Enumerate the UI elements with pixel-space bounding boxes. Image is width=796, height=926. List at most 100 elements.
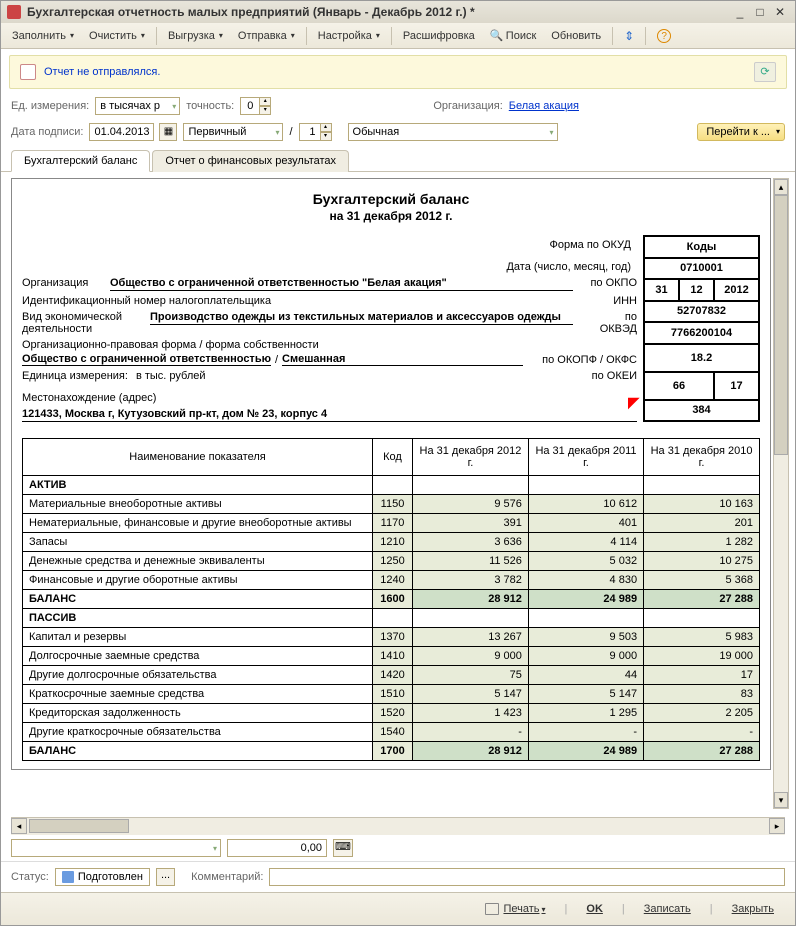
status-more-button[interactable]: ... (156, 868, 175, 886)
row-value[interactable]: 9 576 (413, 495, 529, 514)
row-value[interactable]: 19 000 (644, 647, 760, 666)
clear-button[interactable]: Очистить (82, 27, 152, 45)
scroll-thumb-h[interactable] (29, 819, 129, 833)
fill-button[interactable]: Заполнить (5, 27, 81, 45)
row-value[interactable]: 44 (528, 666, 643, 685)
row-value[interactable]: 24 989 (528, 742, 643, 761)
row-value[interactable]: 13 267 (413, 628, 529, 647)
scroll-right[interactable]: ▸ (769, 818, 785, 834)
close-footer-button[interactable]: Закрыть (721, 899, 785, 919)
tab-balance[interactable]: Бухгалтерский баланс (11, 150, 150, 172)
row-code[interactable]: 1240 (373, 571, 413, 590)
row-value[interactable]: 2 205 (644, 704, 760, 723)
search-button[interactable]: 🔍Поиск (483, 26, 543, 46)
row-value[interactable]: 401 (528, 514, 643, 533)
row-code[interactable]: 1510 (373, 685, 413, 704)
print-button[interactable]: Печать (474, 899, 556, 919)
decode-button[interactable]: Расшифровка (396, 27, 482, 45)
send-button[interactable]: Отправка (231, 27, 302, 45)
settings-button[interactable]: Настройка (311, 27, 387, 45)
row-value[interactable]: 9 000 (528, 647, 643, 666)
row-code[interactable]: 1370 (373, 628, 413, 647)
close-button[interactable]: ✕ (771, 4, 789, 20)
row-value[interactable]: - (413, 723, 529, 742)
row-value[interactable]: 201 (644, 514, 760, 533)
row-value[interactable]: 1 282 (644, 533, 760, 552)
row-value[interactable]: 9 503 (528, 628, 643, 647)
row-code[interactable]: 1410 (373, 647, 413, 666)
horizontal-scrollbar[interactable]: ◂ ▸ (11, 817, 785, 835)
row-value[interactable]: 24 989 (528, 590, 643, 609)
bottom-value[interactable]: 0,00 (227, 839, 327, 857)
row-value[interactable]: 4 830 (528, 571, 643, 590)
row-value[interactable]: 1 423 (413, 704, 529, 723)
row-value[interactable]: 83 (644, 685, 760, 704)
row-value[interactable]: 10 275 (644, 552, 760, 571)
scroll-left[interactable]: ◂ (11, 818, 27, 834)
scroll-thumb-v[interactable] (774, 195, 788, 455)
scroll-up[interactable]: ▴ (774, 179, 788, 195)
row-value[interactable]: 5 368 (644, 571, 760, 590)
precision-up[interactable]: ▴ (259, 97, 271, 106)
row-value[interactable]: 10 612 (528, 495, 643, 514)
unit-combo[interactable]: в тысячах р (95, 97, 180, 115)
row-value[interactable]: - (644, 723, 760, 742)
corr-up[interactable]: ▴ (320, 123, 332, 132)
row-value[interactable]: 9 000 (413, 647, 529, 666)
row-code[interactable]: 1250 (373, 552, 413, 571)
row-value[interactable]: 28 912 (413, 590, 529, 609)
refresh-button[interactable]: Обновить (544, 27, 608, 45)
row-value[interactable]: 17 (644, 666, 760, 685)
vertical-scrollbar[interactable]: ▴ ▾ (773, 178, 789, 809)
row-value[interactable]: 5 147 (528, 685, 643, 704)
row-code[interactable]: 1540 (373, 723, 413, 742)
tab-results[interactable]: Отчет о финансовых результатах (152, 150, 349, 172)
export-button[interactable]: Выгрузка (161, 27, 230, 45)
row-code[interactable]: 1700 (373, 742, 413, 761)
row-code[interactable]: 1520 (373, 704, 413, 723)
ordinary-combo[interactable]: Обычная (348, 123, 558, 141)
precision-down[interactable]: ▾ (259, 106, 271, 115)
minimize-button[interactable]: _ (731, 4, 749, 20)
goto-button[interactable]: Перейти к ... (697, 123, 785, 141)
corr-down[interactable]: ▾ (320, 132, 332, 141)
row-value[interactable]: - (528, 723, 643, 742)
correction-input[interactable]: 1 (299, 123, 321, 141)
row-value[interactable]: 4 114 (528, 533, 643, 552)
primary-combo[interactable]: Первичный (183, 123, 283, 141)
row-value[interactable]: 5 032 (528, 552, 643, 571)
maximize-button[interactable]: □ (751, 4, 769, 20)
row-value[interactable]: 5 983 (644, 628, 760, 647)
row-value[interactable]: 27 288 (644, 590, 760, 609)
bottom-combo[interactable] (11, 839, 221, 857)
precision-input[interactable]: 0 (240, 97, 260, 115)
org-link[interactable]: Белая акация (509, 100, 579, 112)
row-value[interactable]: 3 636 (413, 533, 529, 552)
row-code[interactable]: 1420 (373, 666, 413, 685)
row-code[interactable]: 1600 (373, 590, 413, 609)
row-code[interactable]: 1210 (373, 533, 413, 552)
row-value[interactable]: 391 (413, 514, 529, 533)
row-code[interactable]: 1170 (373, 514, 413, 533)
expand-button[interactable]: ⇕ (617, 26, 641, 46)
calendar-button[interactable]: ▦ (159, 123, 177, 141)
status-box[interactable]: Подготовлен (55, 868, 150, 886)
calculator-button[interactable]: ⌨ (333, 839, 353, 857)
help-button[interactable]: ? (650, 26, 678, 46)
comment-input[interactable] (269, 868, 785, 886)
row-value[interactable]: 10 163 (644, 495, 760, 514)
row-value[interactable]: 1 295 (528, 704, 643, 723)
row-value[interactable]: 3 782 (413, 571, 529, 590)
row-value[interactable]: 11 526 (413, 552, 529, 571)
scroll-down[interactable]: ▾ (774, 792, 788, 808)
row-value[interactable]: 5 147 (413, 685, 529, 704)
sign-date-input[interactable]: 01.04.2013 (89, 123, 154, 141)
save-button[interactable]: Записать (633, 899, 702, 919)
notice-refresh-button[interactable]: ⟳ (754, 62, 776, 82)
row-value[interactable]: 27 288 (644, 742, 760, 761)
row-value[interactable]: 75 (413, 666, 529, 685)
row-code[interactable]: 1150 (373, 495, 413, 514)
row-value[interactable]: 28 912 (413, 742, 529, 761)
row-name: Долгосрочные заемные средства (23, 647, 373, 666)
ok-button[interactable]: OK (575, 899, 614, 919)
